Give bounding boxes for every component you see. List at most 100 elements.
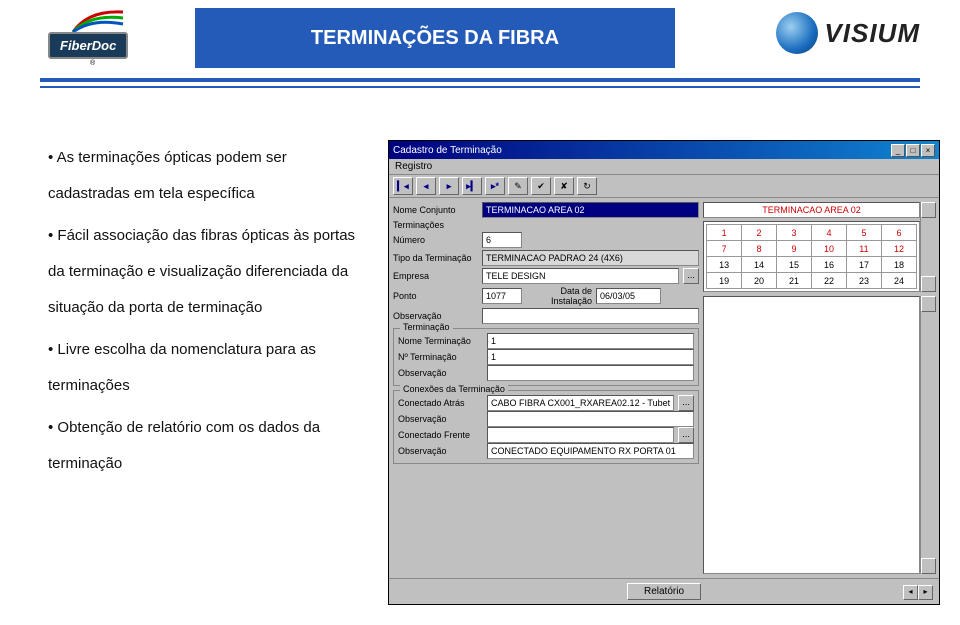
port-6[interactable]: 6 <box>881 225 916 241</box>
bullet-3: • Livre escolha da nomenclatura para as … <box>48 332 368 404</box>
obs3-label: Observação <box>398 414 483 424</box>
empresa-field[interactable]: TELE DESIGN <box>482 268 679 284</box>
page-title-bar: TERMINAÇÕES DA FIBRA <box>195 8 675 68</box>
nav-next-button[interactable]: ▸ <box>439 177 459 195</box>
port-11[interactable]: 11 <box>846 241 881 257</box>
num-term-field[interactable]: 1 <box>487 349 694 365</box>
port-17[interactable]: 17 <box>846 257 881 273</box>
obs1-field[interactable] <box>482 308 699 324</box>
logo-visium: VISIUM <box>776 12 920 54</box>
con-frente-lookup-button[interactable]: ... <box>678 427 694 443</box>
port-22[interactable]: 22 <box>812 273 847 289</box>
logo-registered: ® <box>90 60 95 67</box>
group-conexoes: Conexões da Terminação Conectado Atrás C… <box>393 390 699 464</box>
obs2-field[interactable] <box>487 365 694 381</box>
divider-thick <box>40 78 920 82</box>
port-5[interactable]: 5 <box>846 225 881 241</box>
scroll-left-button[interactable]: ◂ <box>903 585 918 600</box>
bullet-1: • As terminações ópticas podem ser cadas… <box>48 140 368 212</box>
port-18[interactable]: 18 <box>881 257 916 273</box>
obs4-label: Observação <box>398 446 483 456</box>
tipo-label: Tipo da Terminação <box>393 253 478 263</box>
relatorio-button[interactable]: Relatório <box>627 583 701 600</box>
port-7[interactable]: 7 <box>707 241 742 257</box>
port-8[interactable]: 8 <box>742 241 777 257</box>
page-title: TERMINAÇÕES DA FIBRA <box>311 27 559 50</box>
port-19[interactable]: 19 <box>707 273 742 289</box>
terminacoes-label: Terminações <box>393 220 478 230</box>
obs4-field[interactable]: CONECTADO EQUIPAMENTO RX PORTA 01 <box>487 443 694 459</box>
window-title: Cadastro de Terminação <box>393 145 502 156</box>
sphere-icon <box>776 12 818 54</box>
con-atras-label: Conectado Atrás <box>398 398 483 408</box>
window-titlebar: Cadastro de Terminação _ □ × <box>389 141 939 159</box>
nav-new-button[interactable]: ▸* <box>485 177 505 195</box>
window-body: Nome Conjunto TERMINACAO AREA 02 Termina… <box>389 198 939 578</box>
maximize-button[interactable]: □ <box>906 144 920 157</box>
port-3[interactable]: 3 <box>777 225 812 241</box>
ponto-field[interactable]: 1077 <box>482 288 522 304</box>
vertical-scrollbar-2[interactable] <box>920 296 935 574</box>
page-header: FiberDoc ® TERMINAÇÕES DA FIBRA VISIUM <box>0 0 960 100</box>
toolbar: ▎◂ ◂ ▸ ▸▎ ▸* ✎ ✔ ✘ ↻ <box>389 174 939 198</box>
port-15[interactable]: 15 <box>777 257 812 273</box>
nav-prev-button[interactable]: ◂ <box>416 177 436 195</box>
ponto-label: Ponto <box>393 291 478 301</box>
port-12[interactable]: 12 <box>881 241 916 257</box>
port-9[interactable]: 9 <box>777 241 812 257</box>
con-frente-field[interactable] <box>487 427 674 443</box>
num-term-label: Nº Terminação <box>398 352 483 362</box>
menu-registro[interactable]: Registro <box>395 161 432 172</box>
nome-conjunto-label: Nome Conjunto <box>393 205 478 215</box>
con-atras-field[interactable]: CABO FIBRA CX001_RXAREA02.12 - Tubet <box>487 395 674 411</box>
nav-first-button[interactable]: ▎◂ <box>393 177 413 195</box>
port-21[interactable]: 21 <box>777 273 812 289</box>
port-4[interactable]: 4 <box>812 225 847 241</box>
bullet-2: • Fácil associação das fibras ópticas às… <box>48 218 368 326</box>
nome-conjunto-field[interactable]: TERMINACAO AREA 02 <box>482 202 699 218</box>
logo-visium-text: VISIUM <box>824 18 920 49</box>
port-1[interactable]: 1 <box>707 225 742 241</box>
logo-fiberdoc-text: FiberDoc <box>48 32 128 59</box>
port-20[interactable]: 20 <box>742 273 777 289</box>
confirm-button[interactable]: ✔ <box>531 177 551 195</box>
obs3-field[interactable] <box>487 411 694 427</box>
numero-field[interactable]: 6 <box>482 232 522 248</box>
edit-button[interactable]: ✎ <box>508 177 528 195</box>
refresh-button[interactable]: ↻ <box>577 177 597 195</box>
menu-bar[interactable]: Registro <box>389 159 939 174</box>
scroll-right-button[interactable]: ▸ <box>918 585 933 600</box>
vertical-scrollbar[interactable] <box>920 202 935 292</box>
cancel-button[interactable]: ✘ <box>554 177 574 195</box>
app-window: Cadastro de Terminação _ □ × Registro ▎◂… <box>388 140 940 605</box>
group-terminacao-title: Terminação <box>400 322 453 332</box>
port-23[interactable]: 23 <box>846 273 881 289</box>
obs2-label: Observação <box>398 368 483 378</box>
con-frente-label: Conectado Frente <box>398 430 483 440</box>
port-10[interactable]: 10 <box>812 241 847 257</box>
port-16[interactable]: 16 <box>812 257 847 273</box>
data-inst-field[interactable]: 06/03/05 <box>596 288 661 304</box>
close-button[interactable]: × <box>921 144 935 157</box>
data-inst-label: Data de Instalação <box>526 286 592 306</box>
numero-label: Número <box>393 235 478 245</box>
form-column: Nome Conjunto TERMINACAO AREA 02 Termina… <box>393 202 699 574</box>
divider-thin <box>40 86 920 88</box>
ports-header: TERMINACAO AREA 02 <box>703 202 920 218</box>
group-conexoes-title: Conexões da Terminação <box>400 384 508 394</box>
window-controls: _ □ × <box>891 144 935 157</box>
empresa-lookup-button[interactable]: ... <box>683 268 699 284</box>
port-2[interactable]: 2 <box>742 225 777 241</box>
port-24[interactable]: 24 <box>881 273 916 289</box>
port-13[interactable]: 13 <box>707 257 742 273</box>
nome-term-field[interactable]: 1 <box>487 333 694 349</box>
bullet-4: • Obtenção de relatório com os dados da … <box>48 410 368 482</box>
nav-last-button[interactable]: ▸▎ <box>462 177 482 195</box>
ports-empty-area <box>703 296 920 574</box>
tipo-field: TERMINACAO PADRAO 24 (4X6) <box>482 250 699 266</box>
logo-fiberdoc: FiberDoc ® <box>48 8 138 68</box>
port-14[interactable]: 14 <box>742 257 777 273</box>
minimize-button[interactable]: _ <box>891 144 905 157</box>
con-atras-lookup-button[interactable]: ... <box>678 395 694 411</box>
bullet-list: • As terminações ópticas podem ser cadas… <box>48 140 368 605</box>
